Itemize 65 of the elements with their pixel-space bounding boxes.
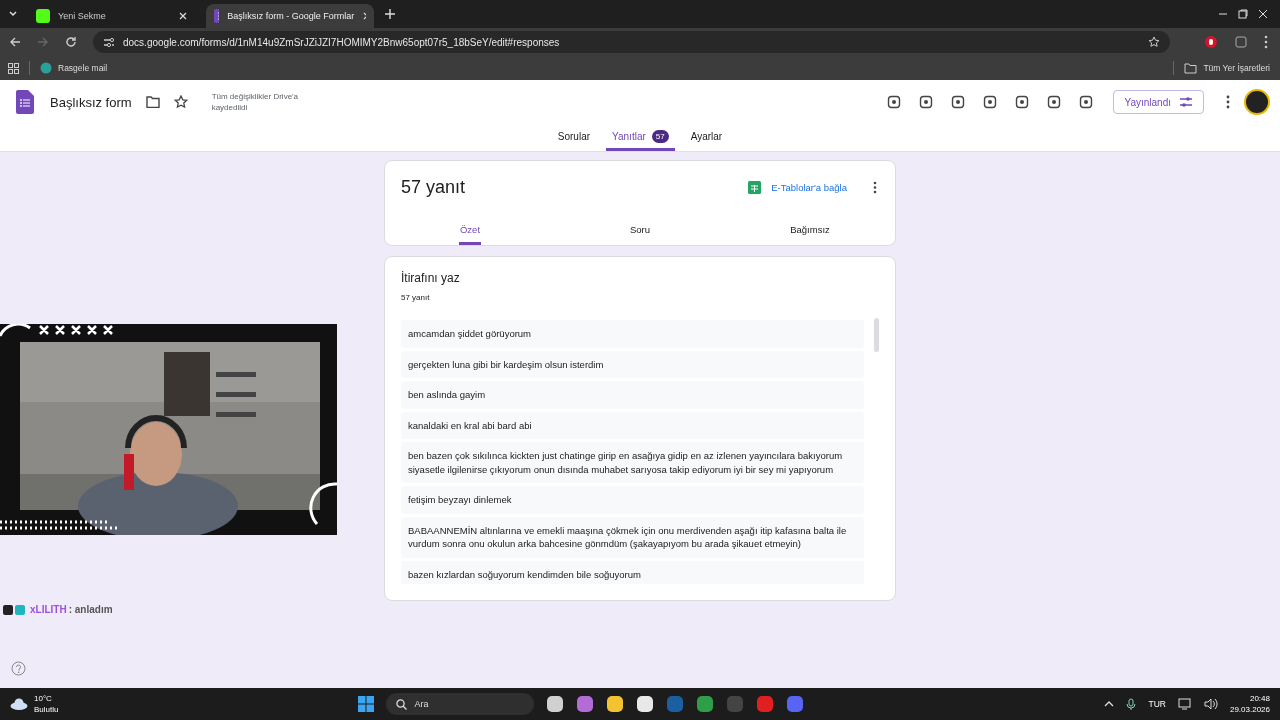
url-text: docs.google.com/forms/d/1nM14u9ZmSrJZiJZI7HOMIMY2Bnw65opt07r5_18bSeY/edit#responses <box>123 36 560 48</box>
microphone-icon[interactable] <box>1126 697 1137 711</box>
more-icon[interactable] <box>873 180 877 194</box>
link-sheets-link[interactable]: E-Tablolar'a bağla <box>771 181 847 193</box>
clock-date[interactable]: 29.03.2026 <box>1229 704 1270 715</box>
answer-row: fetişim beyzayı dinlemek <box>401 486 865 514</box>
site-settings-icon[interactable] <box>103 36 115 48</box>
form-tab[interactable]: Sorular <box>551 124 597 151</box>
tab-favicon-icon <box>36 9 50 23</box>
browser-tab[interactable]: Başlıksız form - Google Formlar <box>206 4 374 28</box>
menu-icon[interactable] <box>1264 35 1268 49</box>
forms-logo-icon[interactable] <box>16 90 34 114</box>
cloud-icon <box>10 698 28 710</box>
chat-username: xLILITH <box>30 604 67 615</box>
bookmark-favicon-icon <box>40 62 52 74</box>
answer-row: amcamdan şiddet görüyorum <box>401 320 865 348</box>
back-icon[interactable] <box>9 36 21 48</box>
tab-label: Ayarlar <box>690 130 723 142</box>
tab-label: Yanıtlar <box>612 130 646 142</box>
sliders-icon <box>1179 96 1193 108</box>
restore-icon[interactable] <box>1238 9 1248 19</box>
view-tab[interactable]: Soru <box>555 213 725 245</box>
bookmark[interactable]: Rasgele mail <box>40 62 108 74</box>
view-tab[interactable]: Bağımsız <box>725 213 895 245</box>
answer-row: ben bazen çok sıkılınca kickten just chatinge girip en asağıya gidip en az izlenen yayıncılara bakıyorum siyasetle ilgilenirse çıkıyorum onun dısında muhabet sarıyosa takip ediyorum iyi bir sey mi yapıyorum <box>401 442 865 483</box>
browser-tab[interactable]: Yeni Sekme <box>28 4 196 28</box>
chat-message: : anladım <box>68 604 113 615</box>
forms-favicon-icon <box>214 9 220 23</box>
question-title: İtirafını yaz <box>401 271 461 285</box>
volume-icon[interactable] <box>1203 698 1218 710</box>
badge-icon <box>15 604 25 615</box>
scrollbar[interactable] <box>874 318 879 352</box>
weather-condition: Bulutlu <box>34 704 59 715</box>
answer-row: ben aslında gayim <box>401 381 865 409</box>
help-icon[interactable] <box>11 661 26 676</box>
search-field[interactable]: Ara <box>386 693 535 715</box>
publish-button[interactable]: Yayınlandı <box>1113 90 1204 114</box>
reload-icon[interactable] <box>65 36 77 48</box>
more-icon[interactable] <box>1226 95 1230 109</box>
tab-label: Sorular <box>557 130 591 142</box>
count-badge: 57 <box>651 129 669 143</box>
answer-row: bazen kızlardan soğuyorum kendimden bile soğuyorum <box>401 560 865 584</box>
language-indicator[interactable]: TUR <box>1148 699 1166 709</box>
all-bookmarks-button[interactable]: Tüm Yer İşaretleri <box>1184 62 1270 74</box>
address-bar[interactable]: docs.google.com/forms/d/1nM14u9ZmSrJZiJZI7HOMIMY2Bnw65opt07r5_18bSeY/edit#responses <box>93 31 1170 53</box>
star-icon[interactable] <box>173 95 188 109</box>
new-tab-icon[interactable] <box>384 8 396 20</box>
badge-icon <box>3 604 13 615</box>
response-count: 57 yanıt <box>401 293 431 302</box>
apps-grid-icon[interactable] <box>8 62 19 74</box>
clock-time[interactable]: 20:48 <box>1249 693 1270 704</box>
tab-list-icon[interactable] <box>8 9 18 19</box>
start-icon[interactable] <box>358 696 375 712</box>
avatar[interactable] <box>1244 89 1270 115</box>
chevron-up-icon[interactable] <box>1104 700 1115 708</box>
spreadsheet-icon <box>748 180 762 194</box>
form-title[interactable]: Başlıksız form <box>50 94 132 110</box>
temperature: 10°C <box>34 693 53 704</box>
network-icon[interactable] <box>1177 698 1192 710</box>
answer-row: BABAANNEMİN altınlarına ve emekli maaşına çökmek için onu merdivenden aşağı itip kafasına balta ile vurdum sonra onu okulun arka bahcesine gönmdüm (şakayapıyom bu arada şikauet etmeyin) <box>401 516 865 558</box>
response-count: 57 yanıt <box>401 176 466 198</box>
answer-row: gerçekten luna gibi bir kardeşim olsun isterdim <box>401 350 865 378</box>
answer-row: kanaldaki en kral abi bard abi <box>401 411 865 439</box>
form-tab[interactable]: Ayarlar <box>684 124 729 151</box>
save-status: Tüm değişiklikler Drive'a kaydedildi <box>211 91 300 113</box>
